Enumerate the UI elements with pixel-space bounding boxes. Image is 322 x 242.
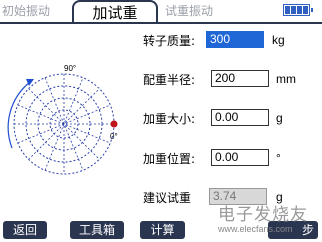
weight-marker-icon	[110, 120, 118, 128]
battery-cell	[297, 6, 302, 14]
battery-icon	[283, 4, 313, 16]
weight-size-field[interactable]: 0.00	[211, 109, 269, 126]
rotor-mass-unit: kg	[272, 33, 285, 47]
weight-size-unit: g	[276, 111, 283, 125]
suggested-weight-label: 建议试重	[143, 191, 192, 205]
radius-unit: mm	[276, 72, 296, 86]
polar-plot: 90° 0°	[7, 64, 118, 175]
watermark-url: www.elecfans.com	[218, 224, 293, 234]
rotor-mass-field[interactable]: 300	[206, 31, 264, 48]
radius-label: 配重半径:	[143, 73, 196, 87]
tab-bar: 初始振动 加试重 试重振动	[0, 0, 322, 24]
rotor-mass-label: 转子质量:	[143, 34, 196, 48]
battery-cell	[291, 6, 296, 14]
tab-trial-vibration[interactable]: 试重振动	[165, 3, 213, 19]
angle-0-label: 0°	[110, 132, 118, 141]
battery-cell	[303, 6, 308, 14]
weight-position-field[interactable]: 0.00	[211, 149, 269, 166]
weight-position-unit: °	[276, 151, 281, 165]
battery-cell	[285, 6, 290, 14]
tab-divider	[0, 22, 322, 24]
tab-initial-vibration[interactable]: 初始振动	[2, 3, 50, 19]
calculate-button[interactable]: 计算	[140, 221, 185, 239]
watermark-title: 电子发烧友	[218, 205, 308, 225]
weight-position-label: 加重位置:	[143, 152, 196, 166]
watermark: 电子发烧友 www.elecfans.com	[218, 200, 318, 238]
weight-size-label: 加重大小:	[143, 112, 196, 126]
radius-field[interactable]: 200	[211, 70, 269, 87]
tab-add-trial-weight[interactable]: 加试重	[72, 0, 158, 22]
back-button[interactable]: 返回	[3, 221, 47, 239]
toolbox-button[interactable]: 工具箱	[70, 221, 124, 239]
polar-spokes	[14, 74, 114, 174]
angle-90-label: 90°	[64, 64, 76, 73]
